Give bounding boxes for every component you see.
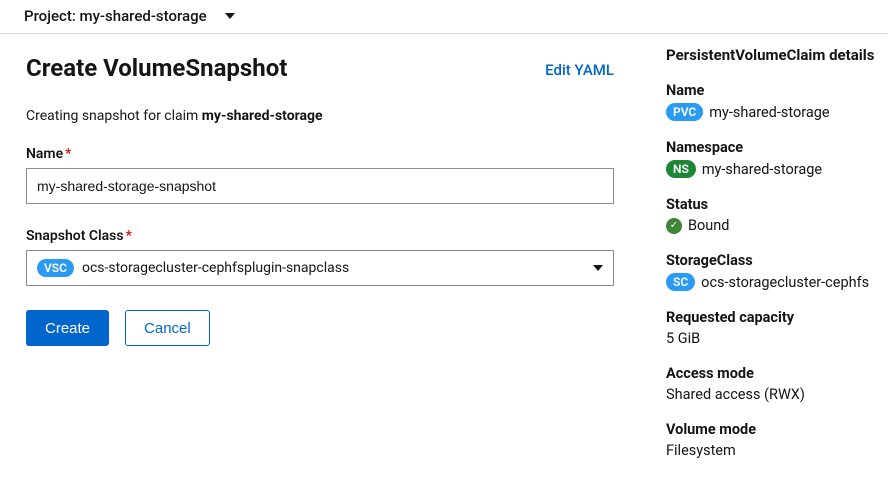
project-selector[interactable]: Project: my-shared-storage — [0, 0, 888, 34]
project-prefix: Project: my-shared-storage — [24, 7, 207, 25]
detail-name-label: Name — [666, 82, 888, 99]
detail-capacity-value: 5 GiB — [666, 330, 888, 347]
subheader: Creating snapshot for claim my-shared-st… — [26, 108, 614, 124]
name-label: Name* — [26, 146, 614, 162]
detail-status-value: Bound — [666, 217, 888, 234]
detail-accessmode-value: Shared access (RWX) — [666, 386, 888, 403]
detail-volumemode-label: Volume mode — [666, 421, 888, 438]
vsc-badge: VSC — [37, 259, 74, 277]
snapshot-class-label: Snapshot Class* — [26, 228, 614, 244]
chevron-down-icon — [593, 265, 603, 271]
snapshot-class-select[interactable]: VSC ocs-storagecluster-cephfsplugin-snap… — [26, 250, 614, 286]
details-title: PersistentVolumeClaim details — [666, 46, 888, 64]
pvc-badge: PVC — [666, 103, 703, 121]
detail-capacity-label: Requested capacity — [666, 309, 888, 326]
detail-storageclass-label: StorageClass — [666, 252, 888, 269]
detail-volumemode-value: Filesystem — [666, 442, 888, 459]
detail-name-value: PVC my-shared-storage — [666, 103, 888, 121]
cancel-button[interactable]: Cancel — [125, 310, 210, 346]
chevron-down-icon — [225, 13, 235, 19]
check-icon — [666, 218, 682, 234]
detail-namespace-value: NS my-shared-storage — [666, 160, 888, 178]
page-title: Create VolumeSnapshot — [26, 54, 287, 82]
sc-badge: SC — [666, 273, 695, 291]
detail-namespace-label: Namespace — [666, 139, 888, 156]
create-button[interactable]: Create — [26, 310, 109, 346]
name-input[interactable] — [26, 168, 614, 204]
detail-storageclass-value: SC ocs-storagecluster-cephfs — [666, 273, 888, 291]
detail-accessmode-label: Access mode — [666, 365, 888, 382]
edit-yaml-link[interactable]: Edit YAML — [545, 61, 614, 82]
snapshot-class-value: ocs-storagecluster-cephfsplugin-snapclas… — [82, 260, 349, 276]
ns-badge: NS — [666, 160, 696, 178]
detail-status-label: Status — [666, 196, 888, 213]
